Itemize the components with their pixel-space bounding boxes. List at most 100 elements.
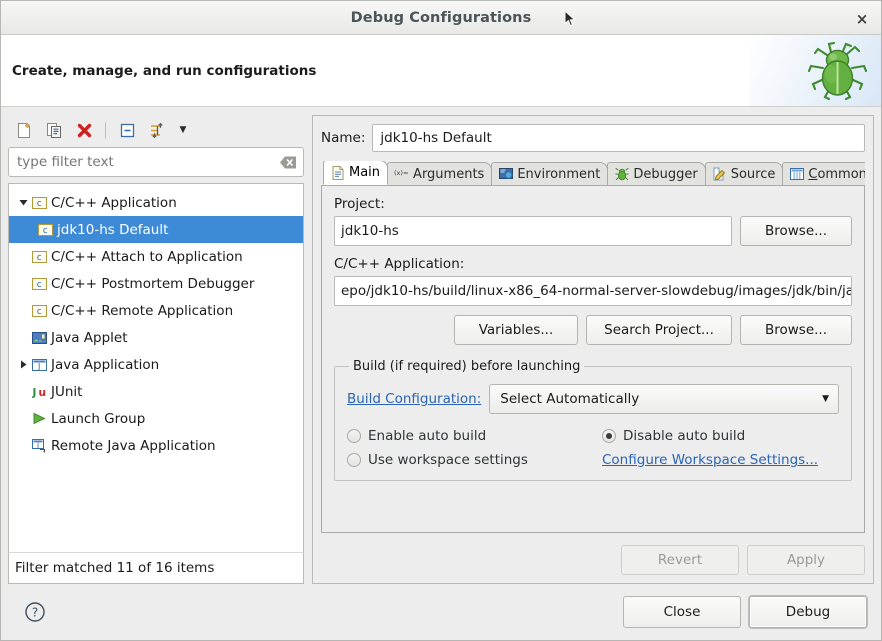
close-button[interactable]: Close — [623, 596, 741, 628]
app-browse-button[interactable]: Browse... — [740, 315, 852, 345]
environment-tab-icon — [498, 167, 513, 182]
main-tab-icon — [330, 165, 345, 180]
java-app-icon: J — [31, 357, 47, 373]
configurations-tree[interactable]: c C/C++ Application c jdk10-hs Default c… — [8, 183, 304, 552]
c-app-icon: c — [31, 249, 47, 265]
configure-workspace-settings-link[interactable]: Configure Workspace Settings... — [602, 452, 839, 468]
tree-item-c-cpp-postmortem-debugger[interactable]: c C/C++ Postmortem Debugger — [9, 270, 303, 297]
tab-arguments[interactable]: (x)= Arguments — [387, 162, 493, 185]
search-input[interactable] — [9, 148, 303, 176]
tree-item-label: Java Applet — [51, 329, 128, 346]
revert-button[interactable]: Revert — [621, 545, 739, 575]
revert-apply-row: Revert Apply — [321, 533, 865, 575]
twisty-collapsed-icon[interactable] — [15, 357, 31, 373]
main-tab-panel: Project: jdk10-hs Browse... C/C++ Applic… — [321, 186, 865, 533]
build-group-legend: Build (if required) before launching — [353, 359, 581, 374]
page-title: Create, manage, and run configurations — [12, 62, 317, 79]
clear-field-icon[interactable] — [279, 155, 297, 170]
debug-configurations-dialog: Debug Configurations × Create, manage, a… — [0, 0, 882, 641]
close-icon[interactable]: × — [853, 10, 871, 28]
tab-debugger[interactable]: Debugger — [607, 162, 706, 185]
header-banner: Create, manage, and run configurations — [1, 35, 881, 107]
tree-item-label: Remote Java Application — [51, 437, 216, 454]
debugger-tab-icon — [614, 167, 629, 182]
svg-text:c: c — [36, 199, 41, 209]
tree-item-label: C/C++ Postmortem Debugger — [51, 275, 255, 292]
tree-item-label: Launch Group — [51, 410, 146, 427]
tab-label: Arguments — [413, 166, 485, 182]
help-question-icon[interactable]: ? — [24, 601, 46, 623]
svg-text:u: u — [38, 387, 45, 399]
header-artwork — [749, 35, 881, 106]
radio-indicator[interactable] — [347, 429, 361, 443]
tab-environment[interactable]: Environment — [491, 162, 609, 185]
filter-status-text: Filter matched 11 of 16 items — [8, 552, 304, 584]
tab-label: Common — [808, 167, 865, 182]
application-label: C/C++ Application: — [334, 256, 465, 272]
tab-label: Environment — [517, 166, 601, 182]
tree-item-launch-group[interactable]: Launch Group — [9, 405, 303, 432]
tree-item-c-cpp-remote-application[interactable]: c C/C++ Remote Application — [9, 297, 303, 324]
dialog-body: ▼ type filter text c C/C++ Application c… — [1, 107, 881, 584]
collapse-all-icon[interactable] — [115, 118, 139, 142]
launch-group-icon — [31, 411, 47, 427]
new-launch-configuration-icon[interactable] — [12, 118, 36, 142]
radio-indicator[interactable] — [347, 453, 361, 467]
application-input[interactable]: epo/jdk10-hs/build/linux-x86_64-normal-s… — [334, 276, 852, 306]
tree-item-label: C/C++ Attach to Application — [51, 248, 243, 265]
tab-common[interactable]: Common — [782, 162, 865, 185]
chevron-down-icon[interactable]: ▼ — [175, 118, 191, 142]
tree-item-java-applet[interactable]: Java Applet — [9, 324, 303, 351]
svg-text:J: J — [35, 442, 38, 450]
svg-text:?: ? — [32, 606, 38, 620]
name-row: Name: jdk10-hs Default — [321, 124, 865, 152]
radio-use-workspace-settings[interactable]: Use workspace settings — [347, 452, 602, 468]
footer-buttons: Close Debug — [623, 596, 867, 628]
apply-button[interactable]: Apply — [747, 545, 865, 575]
svg-text:c: c — [36, 307, 41, 317]
common-tab-icon — [789, 167, 804, 182]
tree-item-label: C/C++ Application — [51, 194, 177, 211]
build-configuration-row: Build Configuration: Select Automaticall… — [347, 384, 839, 414]
variables-button[interactable]: Variables... — [454, 315, 578, 345]
build-configuration-value: Select Automatically — [500, 391, 640, 407]
tree-item-junit[interactable]: J u JUnit — [9, 378, 303, 405]
delete-icon[interactable] — [72, 118, 96, 142]
tab-label: Source — [730, 166, 776, 182]
filter-text-box[interactable] — [8, 147, 304, 177]
svg-text:J: J — [32, 387, 36, 399]
name-input[interactable]: jdk10-hs Default — [372, 124, 865, 152]
tree-item-label: C/C++ Remote Application — [51, 302, 234, 319]
debug-button[interactable]: Debug — [749, 596, 867, 628]
project-row: jdk10-hs Browse... — [334, 216, 852, 246]
radio-disable-auto-build[interactable]: Disable auto build — [602, 428, 839, 444]
tab-source[interactable]: Source — [704, 162, 784, 185]
tree-item-label: Java Application — [51, 356, 160, 373]
tree-item-remote-java-application[interactable]: J Remote Java Application — [9, 432, 303, 459]
project-label: Project: — [334, 196, 385, 212]
title-bar: Debug Configurations × — [1, 1, 881, 35]
build-configuration-select[interactable]: Select Automatically ▼ — [489, 384, 839, 414]
build-configuration-link[interactable]: Build Configuration: — [347, 391, 481, 407]
tree-item-jdk10-hs-default[interactable]: c jdk10-hs Default — [9, 216, 303, 243]
c-app-icon: c — [31, 276, 47, 292]
radio-enable-auto-build[interactable]: Enable auto build — [347, 428, 602, 444]
search-project-button[interactable]: Search Project... — [586, 315, 732, 345]
java-applet-icon — [31, 330, 47, 346]
filter-icon[interactable] — [145, 118, 169, 142]
duplicate-icon[interactable] — [42, 118, 66, 142]
twisty-expanded-icon[interactable] — [15, 195, 31, 211]
svg-text:c: c — [36, 253, 41, 263]
project-input[interactable]: jdk10-hs — [334, 216, 732, 246]
radio-indicator[interactable] — [602, 429, 616, 443]
tab-label: Main — [349, 165, 381, 180]
tree-item-c-cpp-attach-to-application[interactable]: c C/C++ Attach to Application — [9, 243, 303, 270]
radio-label: Enable auto build — [368, 428, 487, 444]
project-browse-button[interactable]: Browse... — [740, 216, 852, 246]
tree-item-c-cpp-application[interactable]: c C/C++ Application — [9, 189, 303, 216]
tab-main[interactable]: Main — [323, 161, 389, 185]
tree-item-java-application[interactable]: J Java Application — [9, 351, 303, 378]
arguments-tab-icon: (x)= — [394, 167, 409, 182]
configuration-tabs: Main (x)= Arguments Environment Debugger… — [321, 161, 865, 186]
tab-label: Debugger — [633, 166, 698, 182]
